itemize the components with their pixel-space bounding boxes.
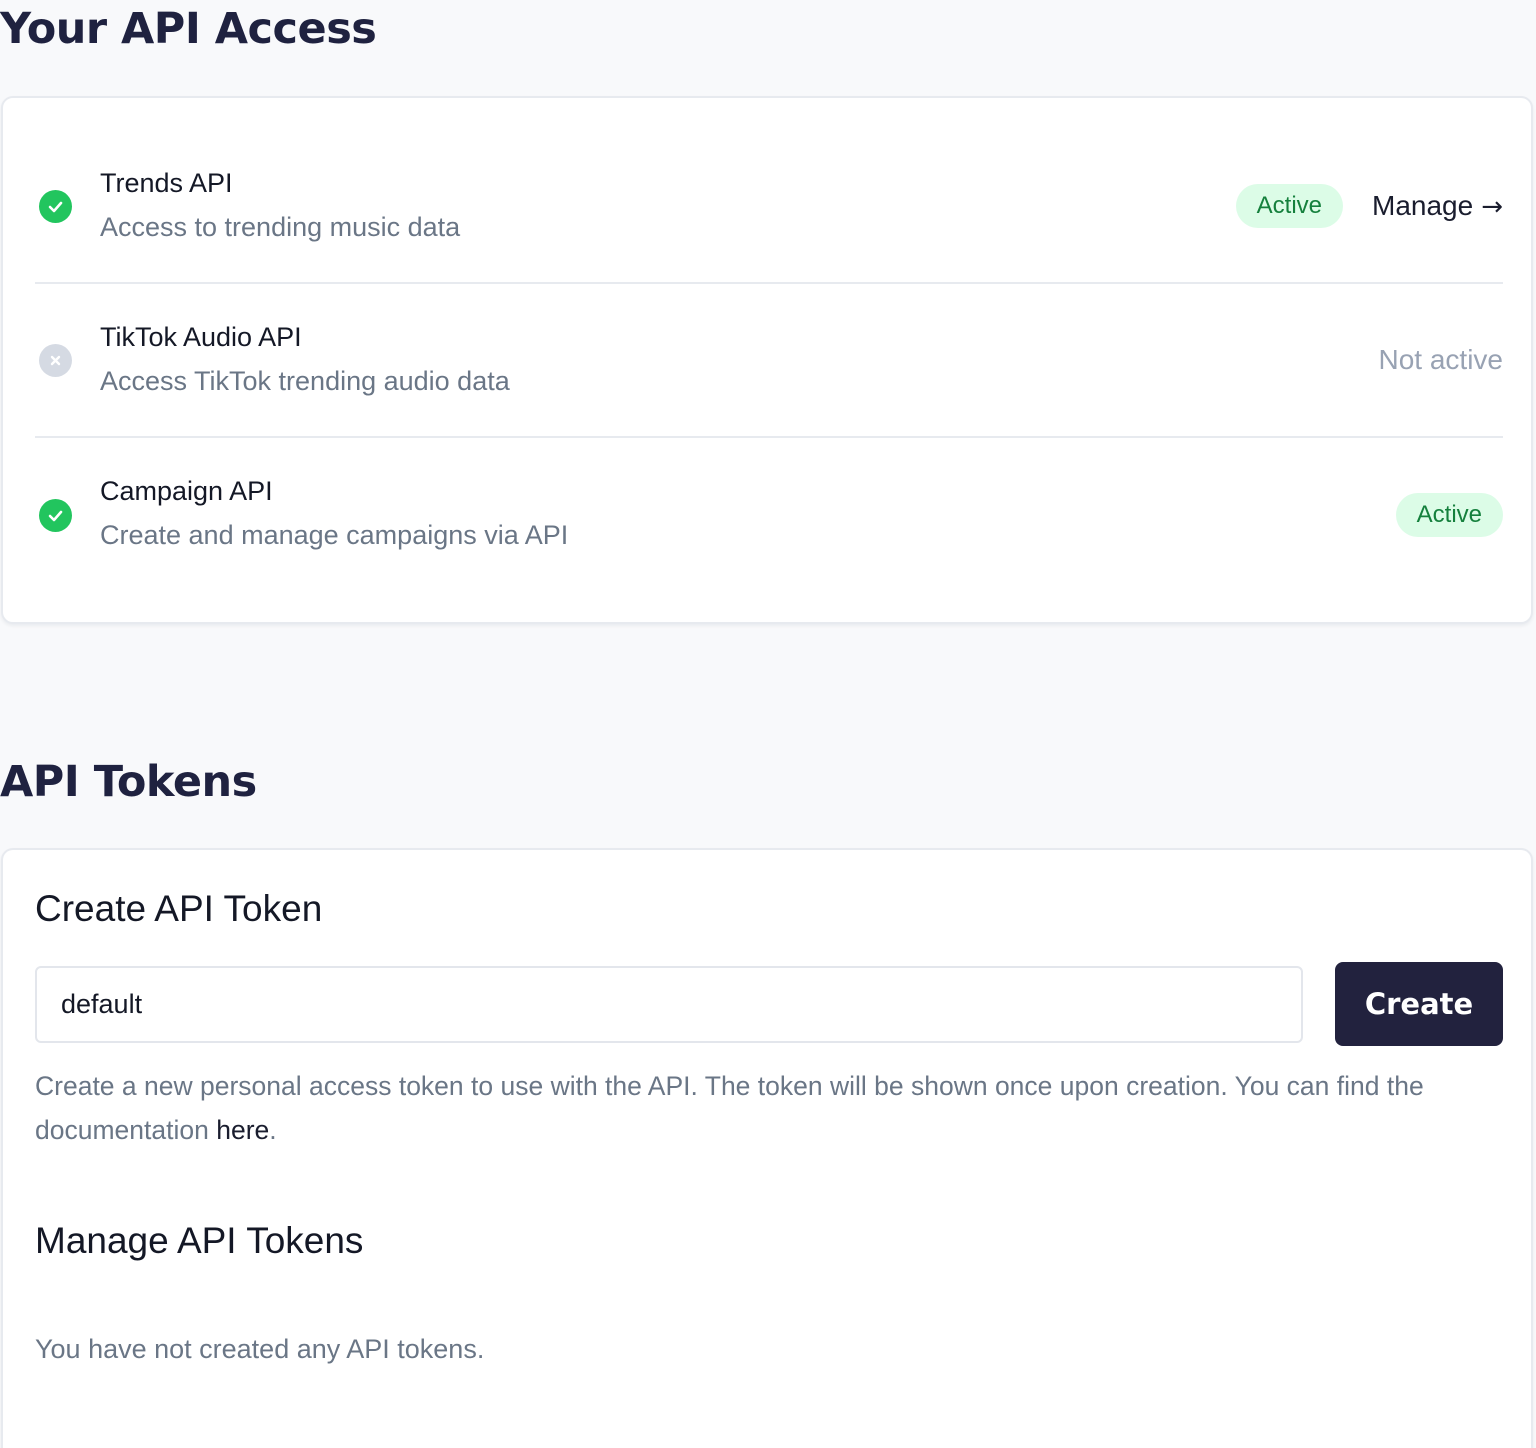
api-name: Campaign API — [100, 476, 273, 506]
manage-link[interactable]: Manage → — [1372, 188, 1503, 225]
arrow-right-icon: → — [1481, 192, 1503, 222]
check-circle-icon — [39, 499, 72, 532]
create-token-help-text: Create a new personal access token to us… — [35, 1064, 1515, 1152]
status-badge: Active — [1395, 493, 1503, 537]
api-row-tiktok-audio: TikTok Audio API Access TikTok trending … — [35, 284, 1503, 438]
status-badge: Active — [1235, 184, 1343, 228]
page-title-api-tokens: API Tokens — [0, 757, 257, 807]
empty-tokens-message: You have not created any API tokens. — [35, 1334, 485, 1364]
documentation-link[interactable]: here — [216, 1115, 269, 1145]
token-name-input[interactable] — [35, 966, 1303, 1043]
create-token-heading: Create API Token — [35, 888, 323, 929]
api-name: Trends API — [100, 168, 233, 198]
api-description: Create and manage campaigns via API — [100, 520, 569, 550]
manage-tokens-heading: Manage API Tokens — [35, 1220, 364, 1261]
api-tokens-card: Create API Token Create Create a new per… — [1, 848, 1533, 1448]
x-circle-icon — [39, 344, 72, 377]
help-text-end: . — [269, 1115, 277, 1145]
check-circle-icon — [39, 190, 72, 223]
page-title-api-access: Your API Access — [0, 4, 377, 54]
manage-label: Manage — [1372, 190, 1474, 221]
api-description: Access TikTok trending audio data — [100, 366, 510, 396]
status-label: Not active — [1378, 344, 1504, 375]
create-token-button[interactable]: Create — [1335, 962, 1503, 1046]
api-name: TikTok Audio API — [100, 322, 302, 352]
api-access-card: Trends API Access to trending music data… — [1, 96, 1533, 624]
api-description: Access to trending music data — [100, 212, 461, 242]
api-row-campaign: Campaign API Create and manage campaigns… — [35, 438, 1503, 592]
api-row-trends: Trends API Access to trending music data… — [35, 130, 1503, 284]
